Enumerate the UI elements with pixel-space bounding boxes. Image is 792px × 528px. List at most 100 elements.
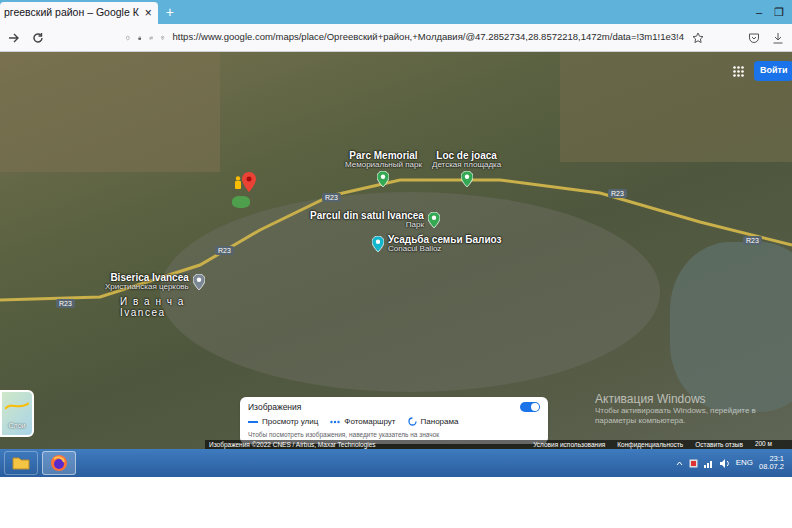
system-tray: ENG 23:1 08.07.2 [676, 455, 788, 472]
place-subtitle: Conacul Balioz [388, 245, 502, 254]
imagery-option[interactable]: Панорама [408, 416, 459, 428]
firefox-button[interactable] [42, 451, 76, 475]
place-subtitle: Мемориальный парк [345, 161, 422, 170]
browser-tab[interactable]: ргеевский район – Google К × [0, 2, 158, 24]
road-label: R23 [215, 246, 234, 255]
tab-strip: ргеевский район – Google К × + – ❐ [0, 0, 792, 24]
place-name: Loc de joaca [432, 150, 501, 161]
watermark-line: параметры компьютера. [595, 416, 756, 426]
tray-app-icon[interactable] [689, 459, 698, 468]
place-marker[interactable]: Усадьба семьи БалиозConacul Balioz [372, 234, 502, 254]
nav-bar: https://www.google.com/maps/place/Оргеев… [0, 24, 792, 52]
tab-title: ргеевский район – Google К [4, 5, 139, 21]
layers-label: Слои [8, 421, 25, 432]
place-label[interactable]: Biserica IvanceaХристианская церковь [105, 272, 189, 292]
place-name: Усадьба семьи Балиоз [388, 234, 502, 245]
watermark-title: Активация Windows [595, 392, 756, 406]
road-label: R23 [743, 236, 762, 245]
pocket-icon[interactable] [748, 32, 760, 44]
scale[interactable]: 200 м [755, 439, 788, 449]
clock-date: 08.07.2 [759, 463, 784, 471]
pegman-icon[interactable] [234, 176, 242, 190]
restore-button[interactable]: ❐ [774, 4, 784, 21]
url-bar[interactable]: https://www.google.com/maps/place/Оргеев… [126, 27, 704, 49]
place-pin-icon[interactable] [428, 212, 440, 228]
credits: Изображения ©2022 CNES / Airbus, Maxar T… [209, 440, 376, 449]
sign-in-button[interactable]: Войти [754, 61, 792, 81]
permissions-icon[interactable] [149, 33, 153, 43]
place-pin-icon[interactable] [377, 171, 389, 187]
folder-icon [12, 456, 30, 470]
imagery-panel: Изображения Просмотр улиц Фотомаршрут Пано… [240, 397, 548, 444]
place-label[interactable]: Loc de joacaДетская площадка [432, 150, 501, 170]
watermark-line: Чтобы активировать Windows, перейдите в [595, 406, 756, 416]
volume-icon[interactable] [720, 459, 730, 468]
panorama-icon [408, 417, 417, 426]
map-canvas[interactable]: Parc MemorialМемориальный парк Loc de joa… [0, 52, 792, 449]
place-pin-icon[interactable] [372, 236, 384, 252]
imagery-option[interactable]: Фотомаршрут [330, 416, 395, 428]
footer-link[interactable]: Оставить отзыв [695, 440, 743, 449]
place-label[interactable]: Parcul din satul IvanceaПарк [310, 210, 424, 230]
toggle-knob [531, 403, 539, 411]
map-footer: Изображения ©2022 CNES / Airbus, Maxar T… [205, 440, 792, 449]
imagery-toggle[interactable] [520, 402, 540, 412]
clock-time: 23:1 [769, 455, 784, 463]
layers-thumbnail-icon [5, 397, 29, 415]
option-marker [330, 420, 340, 424]
option-label: Просмотр улиц [262, 416, 318, 428]
place-subtitle: Христианская церковь [105, 283, 189, 292]
option-label: Панорама [421, 416, 459, 428]
apps-grid-icon[interactable] [733, 66, 744, 77]
taskbar: ENG 23:1 08.07.2 [0, 449, 792, 477]
footer-link[interactable]: Условия использования [533, 440, 605, 449]
imagery-title: Изображения [248, 401, 301, 414]
place-subtitle: Парк [310, 221, 424, 230]
road-label: R23 [608, 189, 627, 198]
photo-route-dots-icon [330, 420, 340, 424]
place-name: Biserica Ivancea [105, 272, 189, 283]
layers-button[interactable]: Слои [0, 390, 34, 437]
imagery-options: Просмотр улиц Фотомаршрут Панорама [248, 416, 540, 428]
imagery-hint: Чтобы посмотреть изображения, наведите у… [248, 430, 540, 440]
place-marker[interactable]: Biserica IvanceaХристианская церковь [105, 272, 205, 292]
village-name-ru: И в а н ч а [120, 296, 185, 307]
url-text[interactable]: https://www.google.com/maps/place/Оргеев… [173, 30, 684, 44]
village-name-ro: Ivancea [120, 307, 185, 318]
firefox-icon [50, 454, 68, 472]
footer-link[interactable]: Конфиденциальность [617, 440, 683, 449]
place-pin-icon[interactable] [461, 171, 473, 187]
option-label: Фотомаршрут [344, 416, 395, 428]
location-icon[interactable] [161, 32, 164, 44]
place-pin-icon[interactable] [193, 274, 205, 290]
street-view-line-icon [248, 420, 258, 424]
window-controls: – ❐ [756, 4, 792, 21]
input-language[interactable]: ENG [736, 457, 753, 469]
place-label[interactable]: Усадьба семьи БалиозConacul Balioz [388, 234, 502, 254]
tab-close[interactable]: × [143, 7, 154, 19]
road-label: R23 [56, 299, 75, 308]
road-label: R23 [322, 193, 341, 202]
download-icon[interactable] [772, 32, 784, 44]
new-tab-button[interactable]: + [158, 2, 182, 23]
selected-place-icon[interactable] [242, 172, 256, 192]
shield-icon[interactable] [126, 32, 130, 44]
place-marker[interactable]: Parc MemorialМемориальный парк [345, 150, 422, 187]
option-marker [408, 417, 417, 426]
place-marker[interactable]: Parcul din satul IvanceaПарк [310, 210, 440, 230]
place-label[interactable]: Parc MemorialМемориальный парк [345, 150, 422, 170]
place-marker[interactable]: Loc de joacaДетская площадка [432, 150, 501, 187]
imagery-option[interactable]: Просмотр улиц [248, 416, 318, 428]
forward-icon[interactable] [8, 32, 20, 44]
lake [670, 242, 792, 412]
reload-icon[interactable] [32, 32, 44, 44]
minimize-button[interactable]: – [756, 4, 762, 21]
lock-icon[interactable] [138, 32, 142, 44]
clock[interactable]: 23:1 08.07.2 [759, 455, 784, 472]
explorer-button[interactable] [4, 451, 38, 475]
village-name[interactable]: И в а н ч а Ivancea [120, 296, 185, 318]
network-icon[interactable] [704, 459, 714, 468]
tray-chevron-icon[interactable] [676, 461, 683, 466]
bookmark-star-icon[interactable] [692, 32, 704, 44]
place-subtitle: Детская площадка [432, 161, 501, 170]
